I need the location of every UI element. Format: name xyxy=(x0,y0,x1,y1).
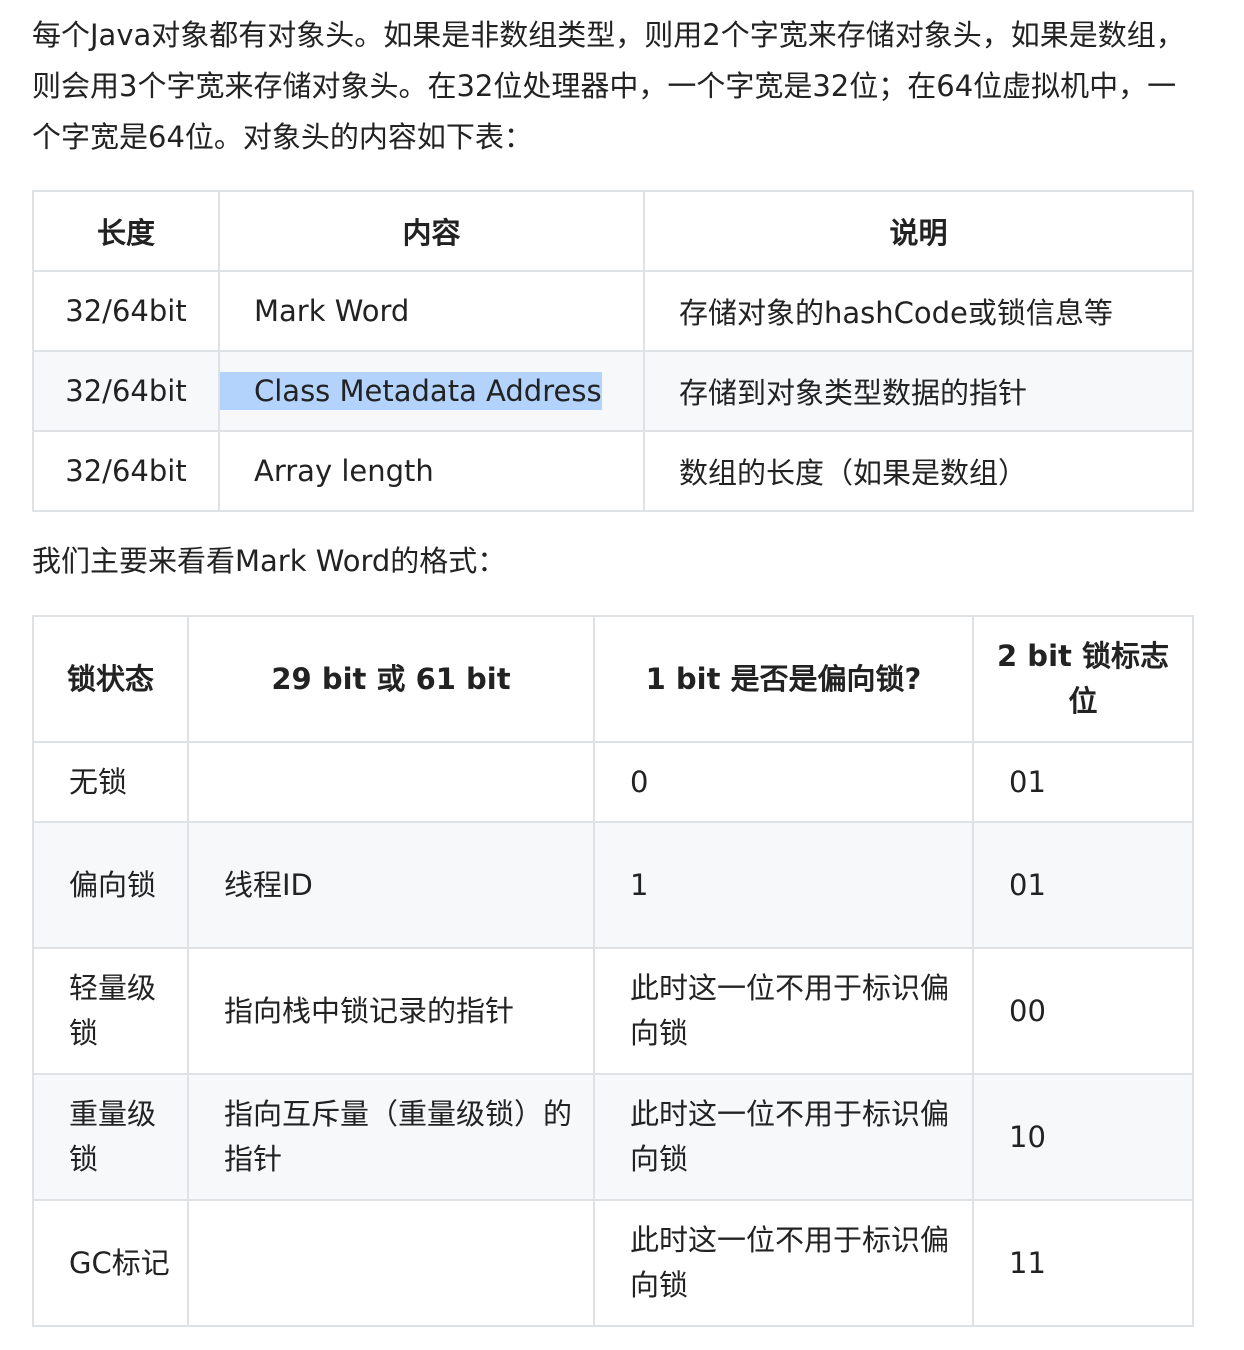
cell-lock-state: GC标记 xyxy=(32,1199,189,1327)
cell-content[interactable]: Class Metadata Address xyxy=(218,350,645,432)
header-biased: 1 bit 是否是偏向锁? xyxy=(593,615,974,743)
cell-biased: 此时这一位不用于标识偏向锁 xyxy=(593,1073,974,1201)
intro-paragraph: 每个Java对象都有对象头。如果是非数组类型，则用2个字宽来存储对象头，如果是数… xyxy=(32,18,1185,154)
header-length: 长度 xyxy=(32,190,220,272)
table-row: 32/64bit Array length 数组的长度（如果是数组） xyxy=(32,430,1194,512)
cell-length: 32/64bit xyxy=(32,430,220,512)
mark-word-intro: 我们主要来看看Mark Word的格式： xyxy=(32,544,507,578)
cell-description: 存储到对象类型数据的指针 xyxy=(643,350,1194,432)
cell-description: 存储对象的hashCode或锁信息等 xyxy=(643,270,1194,352)
cell-flag: 10 xyxy=(972,1073,1194,1201)
cell-flag: 00 xyxy=(972,947,1194,1075)
cell-lock-state: 轻量级锁 xyxy=(32,947,189,1075)
cell-lock-state: 偏向锁 xyxy=(32,821,189,949)
cell-biased: 此时这一位不用于标识偏向锁 xyxy=(593,947,974,1075)
cell-lock-state: 无锁 xyxy=(32,741,189,823)
cell-content: Array length xyxy=(218,430,645,512)
cell-content: Mark Word xyxy=(218,270,645,352)
cell-length: 32/64bit xyxy=(32,270,220,352)
cell-bits xyxy=(187,1199,595,1327)
table-row: GC标记 此时这一位不用于标识偏向锁 11 xyxy=(32,1199,1194,1327)
header-bits: 29 bit 或 61 bit xyxy=(187,615,595,743)
table-row: 轻量级锁 指向栈中锁记录的指针 此时这一位不用于标识偏向锁 00 xyxy=(32,947,1194,1075)
cell-bits: 指向互斥量（重量级锁）的指针 xyxy=(187,1073,595,1201)
object-header-table: 长度 内容 说明 32/64bit Mark Word 存储对象的hashCod… xyxy=(32,190,1194,512)
cell-biased: 0 xyxy=(593,741,974,823)
cell-biased: 1 xyxy=(593,821,974,949)
cell-flag: 01 xyxy=(972,821,1194,949)
cell-description: 数组的长度（如果是数组） xyxy=(643,430,1194,512)
cell-biased: 此时这一位不用于标识偏向锁 xyxy=(593,1199,974,1327)
table-row: 偏向锁 线程ID 1 01 xyxy=(32,821,1194,949)
selected-text[interactable]: Class Metadata Address xyxy=(220,372,602,410)
table-row: 32/64bit Class Metadata Address 存储到对象类型数… xyxy=(32,350,1194,432)
document-page: 每个Java对象都有对象头。如果是非数组类型，则用2个字宽来存储对象头，如果是数… xyxy=(0,0,1244,1350)
header-flag: 2 bit 锁标志位 xyxy=(972,615,1194,743)
cell-flag: 11 xyxy=(972,1199,1194,1327)
cell-bits xyxy=(187,741,595,823)
header-lock-state: 锁状态 xyxy=(32,615,189,743)
cell-flag: 01 xyxy=(972,741,1194,823)
header-description: 说明 xyxy=(643,190,1194,272)
cell-length: 32/64bit xyxy=(32,350,220,432)
table-row: 无锁 0 01 xyxy=(32,741,1194,823)
table-row: 重量级锁 指向互斥量（重量级锁）的指针 此时这一位不用于标识偏向锁 10 xyxy=(32,1073,1194,1201)
cell-bits: 线程ID xyxy=(187,821,595,949)
cell-lock-state: 重量级锁 xyxy=(32,1073,189,1201)
table-header-row: 锁状态 29 bit 或 61 bit 1 bit 是否是偏向锁? 2 bit … xyxy=(32,615,1194,743)
table-header-row: 长度 内容 说明 xyxy=(32,190,1194,272)
table-row: 32/64bit Mark Word 存储对象的hashCode或锁信息等 xyxy=(32,270,1194,352)
mark-word-table: 锁状态 29 bit 或 61 bit 1 bit 是否是偏向锁? 2 bit … xyxy=(32,615,1194,1327)
cell-bits: 指向栈中锁记录的指针 xyxy=(187,947,595,1075)
header-content: 内容 xyxy=(218,190,645,272)
